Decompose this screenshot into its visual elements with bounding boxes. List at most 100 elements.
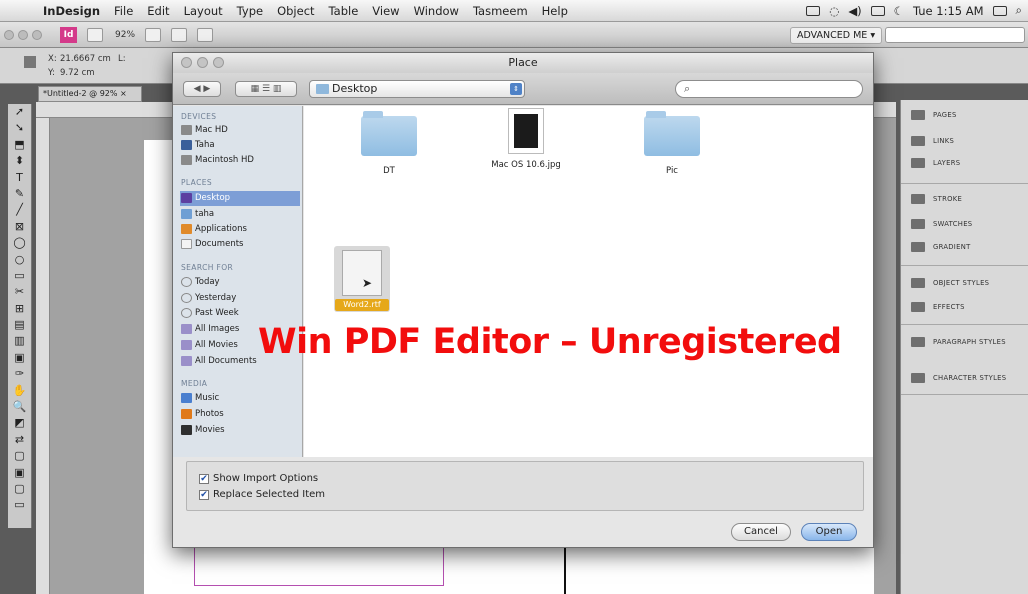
minimize-light-icon[interactable] (197, 57, 208, 68)
sidebar-item-home[interactable]: taha (180, 207, 300, 222)
note-tool-icon[interactable]: ▣ (14, 350, 24, 366)
menu-view[interactable]: View (365, 4, 406, 18)
view-mode-buttons[interactable]: ▦ ☰ ▥ (235, 81, 297, 97)
sidebar-header-places: PLACES (181, 178, 213, 187)
preview-mode-icon[interactable]: ▢ (14, 481, 24, 497)
bridge-button[interactable] (87, 27, 103, 42)
close-light-icon[interactable] (181, 57, 192, 68)
battery-icon[interactable] (992, 5, 1007, 16)
file-item-image[interactable]: Mac OS 10.6.jpg (451, 108, 601, 170)
search-input[interactable]: ⌕ (675, 80, 863, 98)
rectangle-frame-tool-icon[interactable]: ⊠ (15, 219, 24, 235)
show-import-options-checkbox[interactable]: ✔ Show Import Options (199, 473, 318, 484)
ellipse-tool-icon[interactable]: ○ (15, 252, 25, 268)
menu-type[interactable]: Type (230, 4, 270, 18)
spotlight-icon[interactable]: ⌕ (1016, 3, 1022, 18)
screen-icon[interactable] (870, 5, 885, 16)
free-transform-tool-icon[interactable]: ⊞ (15, 301, 24, 317)
rectangle-tool-icon[interactable]: ▭ (14, 268, 24, 284)
close-light-icon[interactable] (4, 29, 14, 40)
gap-tool-icon[interactable]: ⬍ (15, 153, 24, 169)
file-item-folder[interactable]: DT (314, 111, 464, 176)
panel-layers[interactable]: LAYERS (911, 158, 960, 168)
file-item-folder[interactable]: Pic (597, 111, 747, 176)
panel-links[interactable]: LINKS (911, 136, 954, 146)
sidebar-item-photos[interactable]: Photos (180, 407, 300, 422)
zoom-tool-icon[interactable]: 🔍 (13, 399, 27, 415)
type-tool-icon[interactable]: T (16, 170, 23, 186)
swap-icon[interactable]: ⇄ (15, 432, 24, 448)
panel-stroke[interactable]: STROKE (911, 194, 962, 204)
file-item-selected[interactable]: ➤ Word2.rtf (334, 246, 390, 312)
menu-layout[interactable]: Layout (177, 4, 230, 18)
menu-tasmeem[interactable]: Tasmeem (466, 4, 535, 18)
menu-file[interactable]: File (107, 4, 140, 18)
menu-help[interactable]: Help (535, 4, 575, 18)
ellipse-frame-tool-icon[interactable]: ◯ (13, 235, 25, 251)
panel-paragraph-styles[interactable]: PARAGRAPH STYLES (911, 337, 1006, 347)
back-forward-buttons[interactable]: ◀ ▶ (183, 81, 221, 97)
minimize-light-icon[interactable] (18, 29, 28, 40)
location-selector[interactable]: Desktop ⇕ (309, 80, 525, 98)
sidebar-item-desktop[interactable]: Desktop (180, 191, 300, 206)
fill-stroke-icon[interactable]: ◩ (14, 415, 24, 431)
menu-window[interactable]: Window (407, 4, 466, 18)
volume-icon[interactable]: ◀) (848, 4, 861, 18)
display-icon[interactable] (806, 5, 821, 16)
wifi-icon[interactable]: ◌ (829, 4, 839, 18)
zoom-light-icon[interactable] (32, 29, 42, 40)
menu-edit[interactable]: Edit (140, 4, 176, 18)
zoom-light-icon[interactable] (213, 57, 224, 68)
page-tool-icon[interactable]: ⬒ (14, 137, 24, 153)
scissors-tool-icon[interactable]: ✂ (15, 284, 24, 300)
selection-tool-icon[interactable]: ➚ (15, 104, 24, 120)
screen-mode-button[interactable] (171, 27, 188, 42)
eyedropper-tool-icon[interactable]: ✑ (15, 366, 24, 382)
vertical-ruler[interactable] (36, 118, 50, 594)
y-field[interactable]: 9.72 cm (60, 68, 95, 78)
line-tool-icon[interactable]: ╱ (16, 202, 23, 218)
zoom-level[interactable]: 92% (115, 30, 135, 40)
time-machine-icon[interactable]: ☾ (894, 4, 904, 18)
panel-pages[interactable]: PAGES (911, 110, 957, 120)
arrange-documents-button[interactable] (197, 27, 214, 42)
help-search-field[interactable] (885, 27, 1025, 43)
sidebar-item-past-week[interactable]: Past Week (180, 306, 300, 321)
menu-app-name[interactable]: InDesign (36, 4, 107, 18)
panel-label: SWATCHES (933, 220, 973, 228)
panel-object-styles[interactable]: OBJECT STYLES (911, 278, 989, 288)
panel-character-styles[interactable]: CHARACTER STYLES (911, 373, 1006, 383)
open-button[interactable]: Open (801, 523, 857, 541)
direct-selection-tool-icon[interactable]: ➘ (15, 120, 24, 136)
sidebar-item-today[interactable]: Today (180, 275, 300, 290)
sidebar-item-documents[interactable]: Documents (180, 237, 300, 252)
sidebar-item-movies[interactable]: Movies (180, 423, 300, 438)
menu-clock[interactable]: Tue 1:15 AM (913, 4, 984, 18)
hand-tool-icon[interactable]: ✋ (13, 383, 27, 399)
panel-swatches[interactable]: SWATCHES (911, 219, 972, 229)
gradient-feather-tool-icon[interactable]: ▥ (14, 333, 24, 349)
panel-divider (901, 324, 1028, 325)
x-field[interactable]: 21.6667 cm (60, 54, 111, 64)
sidebar-item-applications[interactable]: Applications (180, 222, 300, 237)
gradient-swatch-tool-icon[interactable]: ▤ (14, 317, 24, 333)
pencil-tool-icon[interactable]: ✎ (15, 186, 24, 202)
panel-gradient[interactable]: GRADIENT (911, 242, 971, 252)
menu-table[interactable]: Table (322, 4, 366, 18)
reference-point-icon[interactable] (24, 56, 36, 68)
replace-selected-item-checkbox[interactable]: ✔ Replace Selected Item (199, 489, 325, 500)
panel-effects[interactable]: EFFECTS (911, 302, 965, 312)
cancel-button[interactable]: Cancel (731, 523, 791, 541)
document-tab[interactable]: *Untitled-2 @ 92% × (38, 86, 142, 102)
apply-color-icon[interactable]: ▢ (14, 448, 24, 464)
sidebar-item-taha[interactable]: Taha (180, 138, 300, 153)
workspace-switcher[interactable]: ADVANCED ME ▾ (790, 27, 883, 44)
view-options-button[interactable] (145, 27, 162, 42)
sidebar-item-mac-hd[interactable]: Mac HD (180, 123, 300, 138)
sidebar-item-music[interactable]: Music (180, 391, 300, 406)
screen-mode-icon[interactable]: ▭ (14, 497, 24, 513)
sidebar-item-yesterday[interactable]: Yesterday (180, 291, 300, 306)
menu-object[interactable]: Object (270, 4, 321, 18)
normal-view-icon[interactable]: ▣ (14, 465, 24, 481)
sidebar-item-macintosh-hd[interactable]: Macintosh HD (180, 153, 300, 168)
